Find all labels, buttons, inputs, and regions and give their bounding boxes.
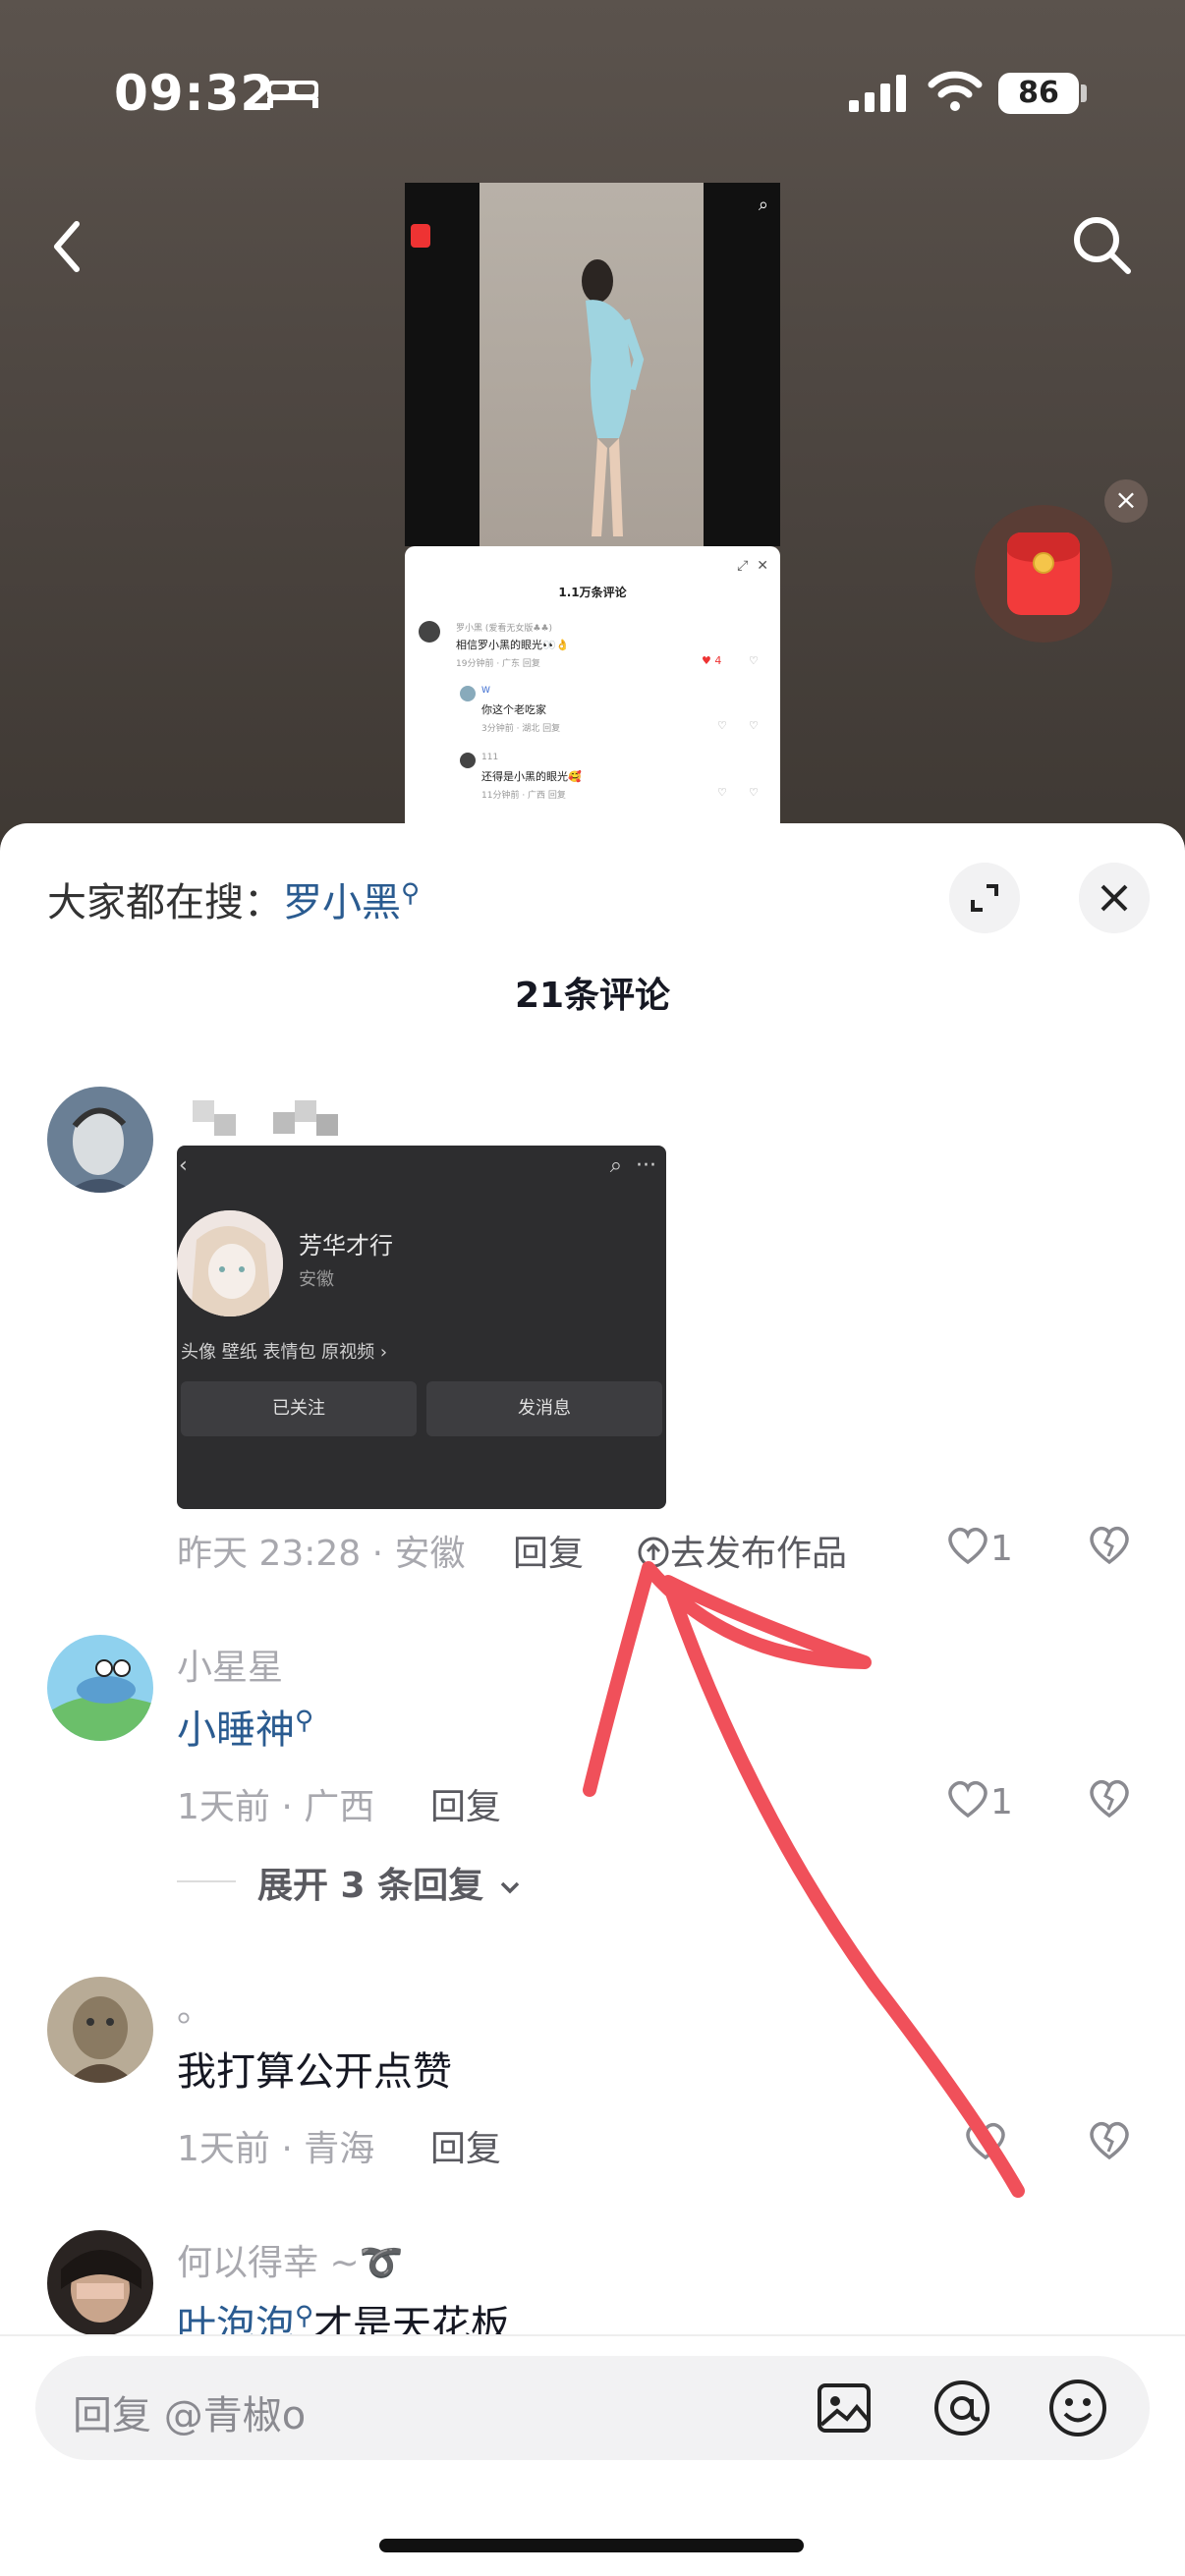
expand-replies-label: 展开 3 条回复 bbox=[257, 1866, 484, 1906]
preview-meta-1: 19分钟前 · 广东 回复 bbox=[456, 659, 540, 669]
search-suggestion[interactable]: 大家都在搜：罗小黑⚲ bbox=[47, 870, 420, 927]
heart-icon bbox=[948, 1527, 988, 1565]
red-envelope-button[interactable] bbox=[975, 505, 1112, 643]
preview-name-2: W bbox=[481, 686, 490, 696]
mini-search-icon: ⌕ bbox=[758, 195, 768, 215]
avatar[interactable] bbox=[47, 2230, 153, 2336]
image-followed-button: 已关注 bbox=[181, 1381, 417, 1436]
reply-input-placeholder: 回复 @青椒o bbox=[73, 2393, 307, 2438]
red-envelope-icon bbox=[1007, 532, 1080, 615]
image-profile-location: 安徽 bbox=[299, 1269, 334, 1290]
comment-image[interactable]: ‹ ⌕ ··· 芳华才行 安徽 头像 壁纸 表情包 原视频 › 已关注 发消息 bbox=[177, 1146, 666, 1509]
preview-like-3: ♡ bbox=[717, 786, 727, 799]
avatar[interactable] bbox=[47, 1977, 153, 2083]
comment-meta: 昨天 23:28 · 安徽 bbox=[177, 1534, 466, 1574]
status-bar: 09:32 86 bbox=[0, 61, 1185, 122]
preview-dislike-2: ♡ bbox=[749, 719, 759, 732]
preview-comment-title: 1.1万条评论 bbox=[558, 586, 627, 599]
like-button[interactable]: 1 bbox=[945, 1778, 1013, 1822]
search-suggestion-prefix: 大家都在搜： bbox=[47, 880, 283, 925]
reply-button[interactable]: 回复 bbox=[430, 1778, 501, 1829]
search-link-icon: ⚲ bbox=[295, 2301, 314, 2331]
publish-work-button[interactable]: 去发布作品 bbox=[637, 1525, 847, 1576]
preview-name-3: 111 bbox=[481, 753, 499, 762]
video-frame bbox=[480, 183, 704, 546]
reply-input[interactable]: 回复 @青椒o bbox=[35, 2356, 1150, 2460]
reply-button[interactable]: 回复 bbox=[513, 1525, 584, 1576]
mini-expand-close-icons: ⤢ ✕ bbox=[737, 558, 768, 574]
preview-dislike-1: ♡ bbox=[749, 654, 759, 667]
comment-text: 小睡神⚲ bbox=[177, 1698, 313, 1755]
expand-replies-button[interactable]: 展开 3 条回复 bbox=[257, 1857, 524, 1908]
dancer-figure bbox=[582, 259, 645, 536]
publish-work-label: 去发布作品 bbox=[670, 1534, 848, 1574]
heart-icon bbox=[948, 1780, 988, 1819]
heart-icon[interactable] bbox=[963, 2120, 1008, 2161]
image-profile-tags: 头像 壁纸 表情包 原视频 › bbox=[181, 1342, 388, 1363]
input-divider bbox=[0, 2334, 1185, 2336]
preview-like-2: ♡ bbox=[717, 719, 727, 732]
preview-meta-3: 11分钟前 · 广西 回复 bbox=[481, 791, 566, 801]
like-count: 1 bbox=[990, 1529, 1013, 1569]
preview-text-2: 你这个老吃家 bbox=[481, 703, 546, 716]
image-picker-icon[interactable] bbox=[814, 2378, 875, 2438]
expand-divider bbox=[177, 1880, 236, 1882]
preview-avatar-3 bbox=[460, 753, 476, 768]
comment-meta: 1天前 · 广西 bbox=[177, 1787, 375, 1827]
preview-like-1: ♥ 4 bbox=[702, 654, 722, 667]
image-toolbar-icons: ⌕ ··· bbox=[609, 1153, 656, 1178]
dislike-icon[interactable] bbox=[1085, 1519, 1134, 1568]
avatar[interactable] bbox=[47, 1087, 153, 1193]
expand-icon[interactable] bbox=[949, 863, 1020, 933]
recording-icon bbox=[411, 224, 430, 248]
comment-username[interactable]: 何以得幸 ~➰ bbox=[177, 2234, 403, 2285]
cellular-signal-icon bbox=[849, 75, 906, 112]
preview-text-3: 还得是小黑的眼光🥰 bbox=[481, 770, 582, 783]
comment-username[interactable]: 小星星 bbox=[177, 1639, 283, 1690]
preview-meta-2: 3分钟前 · 湖北 回复 bbox=[481, 724, 561, 734]
comment-meta: 1天前 · 青海 bbox=[177, 2129, 375, 2169]
search-link-icon: ⚲ bbox=[295, 1706, 314, 1736]
status-time: 09:32 bbox=[114, 65, 276, 122]
preview-dislike-3: ♡ bbox=[749, 786, 759, 799]
comment-sheet: 大家都在搜：罗小黑⚲ 21条评论 ‹ ⌕ ··· 芳华才行 安徽 头像 壁纸 表… bbox=[0, 823, 1185, 2576]
close-icon[interactable] bbox=[1079, 863, 1150, 933]
emoji-icon[interactable] bbox=[1047, 2378, 1108, 2438]
avatar[interactable] bbox=[47, 1635, 153, 1741]
image-profile-name: 芳华才行 bbox=[299, 1232, 393, 1260]
reply-button[interactable]: 回复 bbox=[430, 2120, 501, 2171]
preview-avatar-2 bbox=[460, 686, 476, 701]
preview-name-1: 罗小黑 (爱看无女版♣♣) bbox=[456, 624, 553, 634]
mention-icon[interactable] bbox=[931, 2378, 992, 2438]
comment-search-link[interactable]: 小睡神 bbox=[177, 1708, 295, 1753]
red-envelope-close-button[interactable]: × bbox=[1104, 479, 1148, 523]
chevron-down-icon bbox=[500, 1881, 519, 1894]
search-icon[interactable] bbox=[1067, 210, 1136, 279]
preview-like-count: 4 bbox=[714, 654, 722, 667]
sleep-mode-icon bbox=[267, 81, 318, 108]
video-preview[interactable]: ⌕ bbox=[405, 183, 780, 546]
search-suggestion-keyword[interactable]: 罗小黑 bbox=[283, 880, 401, 925]
preview-avatar-1 bbox=[419, 621, 440, 643]
like-count: 1 bbox=[990, 1782, 1013, 1822]
comment-count-title: 21条评论 bbox=[514, 976, 671, 1016]
dislike-icon[interactable] bbox=[1085, 1772, 1134, 1821]
comment-text: 我打算公开点赞 bbox=[177, 2049, 452, 2095]
back-arrow-icon[interactable] bbox=[43, 212, 92, 281]
wifi-icon bbox=[928, 71, 983, 111]
image-message-button: 发消息 bbox=[426, 1381, 662, 1436]
upload-icon bbox=[638, 1537, 669, 1568]
comment-username[interactable]: 。 bbox=[177, 1981, 212, 2032]
dislike-icon[interactable] bbox=[1085, 2114, 1134, 2163]
home-indicator[interactable] bbox=[379, 2539, 804, 2552]
search-suggestion-icon: ⚲ bbox=[401, 878, 421, 909]
image-back-icon: ‹ bbox=[179, 1153, 188, 1178]
comment-preview: ⤢ ✕ 1.1万条评论 罗小黑 (爱看无女版♣♣) 相信罗小黑的眼光👀👌 19分… bbox=[405, 546, 780, 831]
preview-text-1: 相信罗小黑的眼光👀👌 bbox=[456, 639, 570, 651]
blurred-username bbox=[193, 1100, 338, 1136]
battery-indicator: 86 bbox=[998, 73, 1079, 114]
image-profile-avatar bbox=[177, 1210, 283, 1316]
like-button[interactable]: 1 bbox=[945, 1525, 1013, 1569]
battery-cap bbox=[1081, 84, 1087, 102]
